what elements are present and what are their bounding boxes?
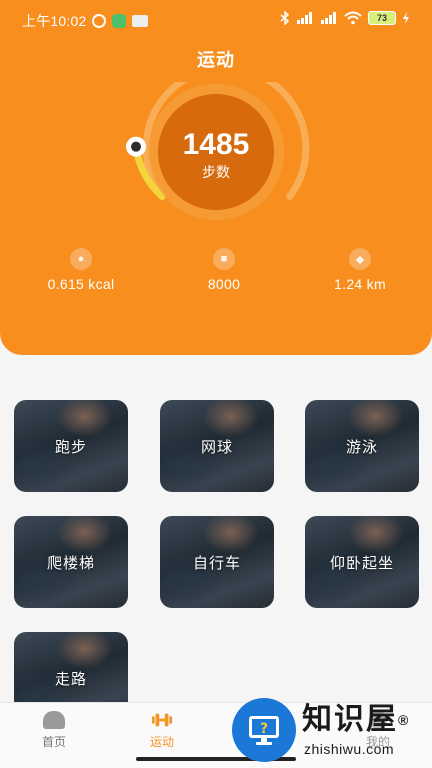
sport-tile-label: 仰卧起坐 [329, 554, 394, 572]
dumbbell-icon [151, 711, 173, 729]
sport-screen: 上午10:02 73 运动 1485 步数 ● 0.615 kcal ■ 800… [0, 0, 432, 768]
status-bar: 上午10:02 73 [0, 0, 432, 40]
stat-calories: ● 0.615 kcal [21, 248, 141, 292]
sport-tile-label: 跑步 [54, 438, 87, 456]
page-title: 运动 [197, 50, 235, 70]
watermark-logo-icon: ? [232, 698, 296, 762]
signal-icon [297, 12, 312, 24]
watermark-registered: ® [398, 712, 411, 728]
signal-icon-2 [321, 12, 336, 24]
sport-tile-tennis[interactable]: 网球 [160, 400, 274, 492]
sport-tile-running[interactable]: 跑步 [14, 400, 128, 492]
nav-item-sport[interactable]: 运动 [122, 711, 202, 750]
stat-target: ■ 8000 [164, 248, 284, 292]
wifi-icon [344, 11, 362, 25]
svg-text:?: ? [260, 721, 268, 737]
stat-calories-value: 0.615 kcal [47, 276, 115, 292]
nav-label-sport: 运动 [149, 735, 174, 749]
stats-row: ● 0.615 kcal ■ 8000 ◆ 1.24 km [0, 248, 432, 308]
battery-icon: 73 [368, 11, 396, 25]
sport-tile-label: 自行车 [192, 554, 241, 572]
home-icon [43, 711, 65, 729]
chat-notification-icon [132, 15, 149, 27]
distance-icon: ◆ [349, 248, 371, 270]
calorie-icon: ● [70, 248, 92, 270]
watermark-text: 知识屋® [302, 703, 432, 737]
sport-tile-situps[interactable]: 仰卧起坐 [305, 516, 419, 608]
sport-tile-cycling[interactable]: 自行车 [160, 516, 274, 608]
app-notification-icon [112, 14, 127, 28]
stat-distance: ◆ 1.24 km [300, 248, 420, 292]
charging-icon [403, 12, 409, 24]
sport-tile-label: 游泳 [345, 438, 378, 456]
sport-tile-swimming[interactable]: 游泳 [305, 400, 419, 492]
stat-target-value: 8000 [207, 276, 241, 292]
stat-distance-value: 1.24 km [334, 276, 386, 292]
sport-tile-stairs[interactable]: 爬楼梯 [14, 516, 128, 608]
hero-card: 上午10:02 73 运动 1485 步数 ● 0.615 kcal ■ 800… [0, 0, 432, 355]
nav-item-home[interactable]: 首页 [14, 711, 94, 750]
bluetooth-icon [280, 11, 290, 25]
sport-tile-label: 网球 [200, 438, 233, 456]
sport-tile-label: 爬楼梯 [46, 554, 95, 572]
status-time: 上午10:02 [22, 13, 87, 29]
step-count: 1485 [182, 128, 250, 161]
status-left: 上午10:02 [22, 11, 149, 31]
watermark-url: zhishiwu.com [304, 741, 395, 757]
watermark-name: 知识屋 [302, 703, 398, 736]
target-icon: ■ [213, 248, 235, 270]
step-label: 步数 [202, 164, 230, 180]
status-right: 73 [280, 11, 410, 25]
nav-label-home: 首页 [41, 735, 66, 749]
alarm-icon [92, 14, 107, 28]
